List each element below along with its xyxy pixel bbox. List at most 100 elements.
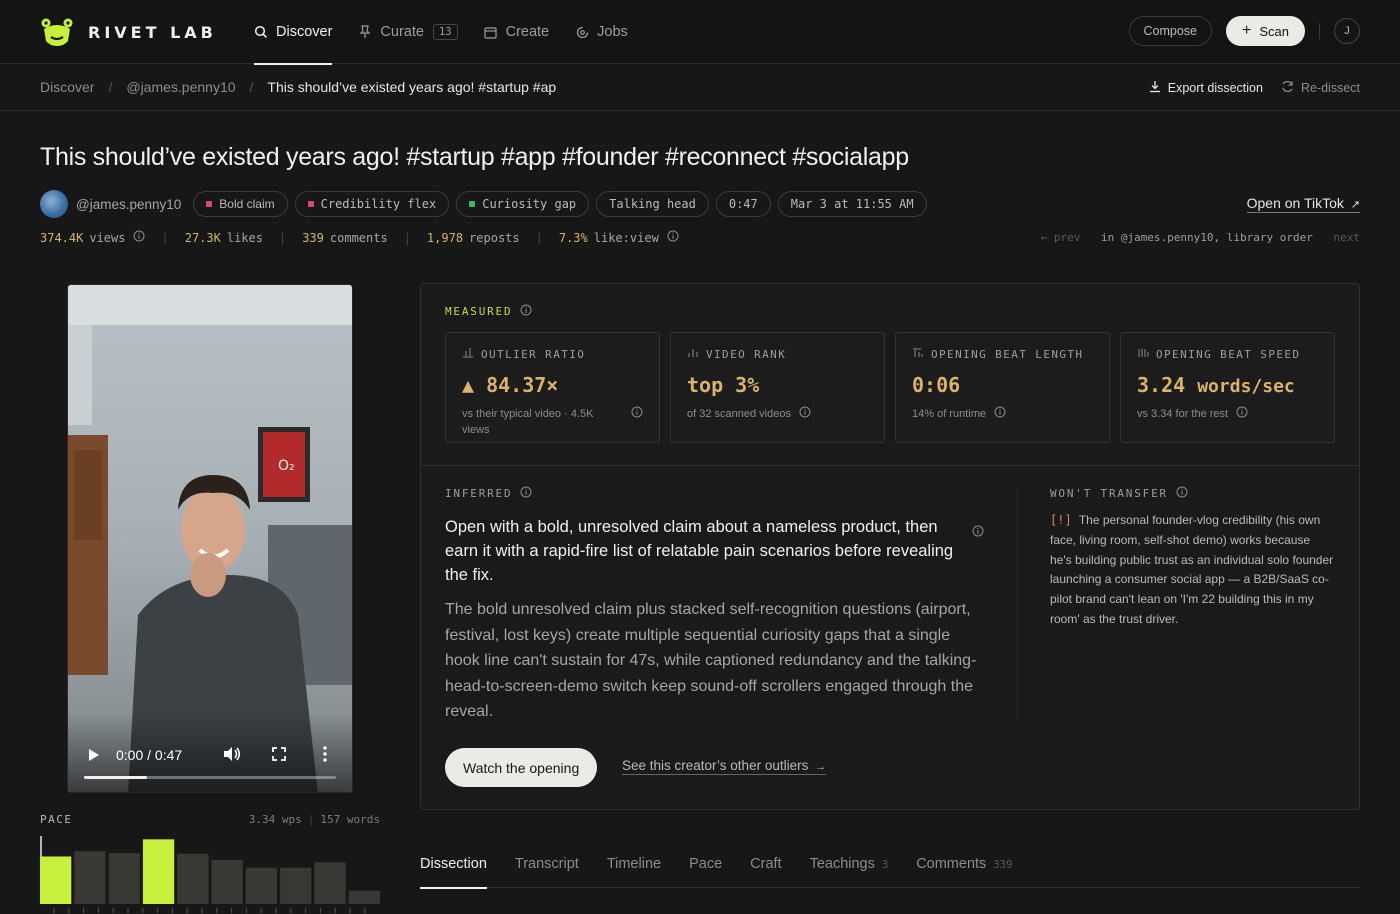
main-nav: Discover Curate 13 Create Jobs	[254, 0, 654, 65]
curate-count-badge: 13	[432, 24, 458, 40]
pace-chart	[40, 836, 380, 913]
divider: |	[278, 230, 287, 245]
tab-dissection[interactable]: Dissection	[420, 848, 487, 889]
play-icon[interactable]	[88, 748, 100, 767]
tab-discover[interactable]: Discover	[254, 0, 333, 65]
tag-pill: Credibility flex	[294, 191, 450, 217]
info-icon[interactable]	[133, 230, 145, 245]
info-icon[interactable]	[972, 524, 984, 542]
next-link[interactable]: next	[1334, 231, 1361, 244]
other-outliers-link[interactable]: See this creator’s other outliers →	[622, 758, 827, 775]
volume-icon[interactable]	[223, 746, 241, 767]
pace-bar[interactable]	[348, 890, 380, 904]
tab-craft[interactable]: Craft	[750, 848, 781, 888]
tag-label: Curiosity gap	[482, 197, 577, 211]
export-dissection-button[interactable]: Export dissection	[1149, 80, 1263, 96]
inferred-section-label: INFERRED	[445, 486, 532, 501]
info-icon[interactable]	[1236, 406, 1248, 423]
pace-wps: 3.34 wps	[248, 813, 302, 826]
tab-label: Craft	[750, 856, 782, 872]
card-title: OPENING BEAT SPEED	[1137, 347, 1318, 361]
more-options-icon[interactable]	[323, 746, 327, 767]
plus-icon: +	[1242, 22, 1252, 39]
tab-label: Pace	[689, 856, 723, 872]
tab-curate[interactable]: Curate 13	[358, 0, 458, 64]
video-player[interactable]: O₂ 0:00 / 0:47	[67, 284, 353, 793]
tag-dot	[307, 201, 314, 207]
tab-label: Teachings	[809, 856, 875, 872]
pace-bar[interactable]	[108, 853, 140, 904]
pace-bar[interactable]	[142, 839, 175, 904]
info-icon[interactable]	[1176, 486, 1188, 501]
prev-link[interactable]: ← prev	[1041, 231, 1081, 244]
tab-timeline[interactable]: Timeline	[607, 848, 661, 888]
card-value-unit: words/sec	[1197, 376, 1295, 397]
metric-card-opening-beat-length: OPENING BEAT LENGTH 0:06 14% of runtime	[895, 332, 1110, 443]
pace-bar[interactable]	[280, 867, 312, 904]
open-tiktok-label: Open on TikTok	[1246, 195, 1344, 211]
card-title-text: VIDEO RANK	[706, 347, 787, 361]
video-time: 0:00 / 0:47	[116, 747, 183, 763]
metric-card-outlier-ratio: OUTLIER RATIO ▲ 84.37× vs their typical …	[445, 332, 660, 443]
pin-icon	[358, 25, 372, 39]
card-subtext: vs their typical video · 4.5K views	[462, 406, 643, 438]
breadcrumb-actions: Export dissection Re-dissect	[1131, 80, 1360, 96]
inferred-body: The bold unresolved claim plus stacked s…	[445, 601, 977, 721]
divider: |	[403, 230, 411, 245]
creator-handle[interactable]: @james.penny10	[76, 197, 181, 212]
breadcrumb-separator: /	[108, 79, 113, 95]
card-value: 0:06	[912, 373, 961, 397]
open-on-tiktok-link[interactable]: Open on TikTok ↗	[1246, 195, 1360, 213]
post-pagination: ← prev in @james.penny10, library order …	[1041, 231, 1360, 244]
breadcrumb-discover[interactable]: Discover	[40, 79, 94, 95]
tag-label: Credibility flex	[320, 197, 437, 211]
compose-button[interactable]: Compose	[1128, 16, 1213, 46]
tab-pace[interactable]: Pace	[689, 848, 722, 888]
pace-bar[interactable]	[314, 862, 346, 904]
tab-create[interactable]: Create	[484, 0, 549, 64]
logo[interactable]: RIVET LAB	[40, 17, 217, 47]
pace-bar[interactable]	[177, 853, 209, 904]
tab-label: Comments	[916, 856, 987, 872]
user-avatar[interactable]: J	[1334, 18, 1360, 44]
creator-avatar[interactable]	[40, 190, 68, 218]
info-icon[interactable]	[520, 486, 532, 501]
info-icon[interactable]	[667, 230, 679, 245]
video-progress-bar[interactable]	[84, 776, 336, 779]
card-sub-text: of 32 scanned videos	[687, 408, 791, 420]
page-title: This should’ve existed years ago! #start…	[40, 143, 909, 171]
info-icon[interactable]	[520, 304, 532, 319]
pace-bar[interactable]	[245, 867, 278, 904]
card-title-text: OPENING BEAT SPEED	[1156, 347, 1301, 361]
card-title: OPENING BEAT LENGTH	[912, 347, 1093, 361]
stat-label: views	[89, 230, 126, 245]
watch-opening-button[interactable]: Watch the opening	[445, 748, 598, 787]
tab-jobs[interactable]: Jobs	[575, 0, 628, 64]
card-subtext: vs 3.34 for the rest	[1137, 406, 1318, 423]
pace-bar[interactable]	[40, 856, 72, 904]
card-value: 3.24 words/sec	[1137, 373, 1318, 397]
tab-teachings[interactable]: Teachings 3	[810, 848, 889, 888]
divider	[421, 465, 1359, 466]
pace-bar[interactable]	[74, 851, 106, 904]
info-icon[interactable]	[631, 406, 643, 438]
spinner-icon	[575, 25, 589, 39]
tab-comments[interactable]: Comments 339	[916, 848, 1012, 888]
tab-count: 339	[993, 859, 1013, 871]
re-dissect-button[interactable]: Re-dissect	[1281, 80, 1360, 96]
fullscreen-icon[interactable]	[272, 747, 286, 766]
stat-label: like:view	[593, 230, 659, 245]
info-icon[interactable]	[994, 406, 1006, 423]
scan-button[interactable]: + Scan	[1226, 16, 1305, 46]
top-nav: RIVET LAB Discover Curate 13 Create Jobs…	[0, 0, 1400, 65]
tab-transcript[interactable]: Transcript	[515, 848, 579, 888]
tab-label: Discover	[276, 24, 333, 40]
re-dissect-label: Re-dissect	[1300, 81, 1360, 95]
inferred-headline: Open with a bold, unresolved claim about…	[445, 518, 954, 584]
card-title: VIDEO RANK	[687, 347, 868, 361]
pace-bar[interactable]	[211, 859, 243, 904]
info-icon[interactable]	[799, 406, 811, 423]
breadcrumb-creator[interactable]: @james.penny10	[126, 79, 235, 95]
stat-label: likes	[226, 230, 263, 245]
divider: |	[535, 230, 543, 245]
